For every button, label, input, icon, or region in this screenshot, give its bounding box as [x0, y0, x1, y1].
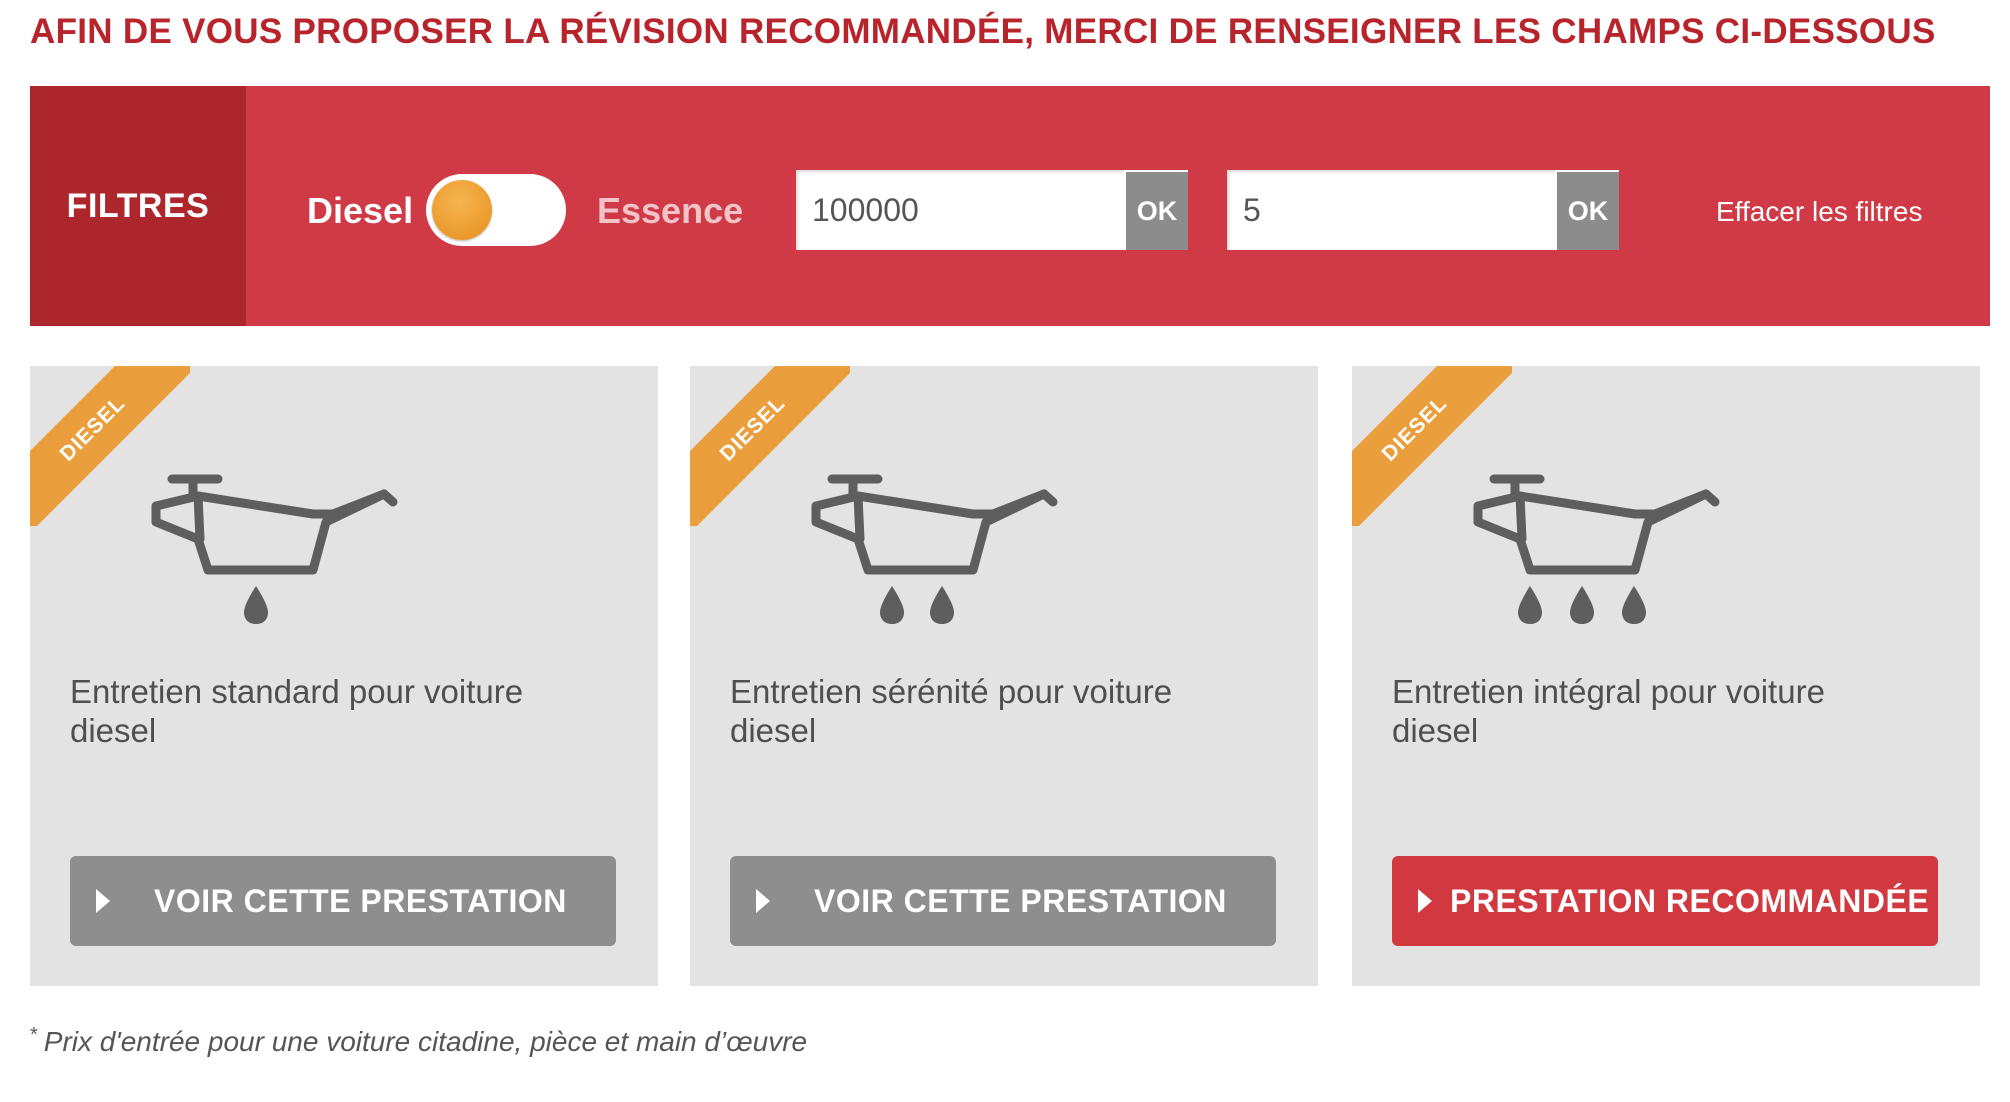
service-card-integral: DIESEL Entretien intégral pour voiture d… — [1352, 366, 1980, 986]
filter-bar: FILTRES Diesel Essence OK OK Effacer les… — [30, 86, 1990, 326]
footnote-text: Prix d'entrée pour une voiture citadine,… — [43, 1026, 808, 1057]
mileage-input[interactable] — [796, 170, 1124, 250]
button-label: VOIR CETTE PRESTATION — [154, 882, 567, 919]
mileage-ok-button[interactable]: OK — [1126, 172, 1188, 250]
toggle-knob[interactable] — [432, 180, 492, 240]
card-title: Entretien sérénité pour voiture diesel — [730, 673, 1173, 749]
clear-filters-link[interactable]: Effacer les filtres — [1716, 196, 1922, 228]
oil-can-3-drops-icon — [1473, 474, 1720, 624]
oil-can-2-drops-icon — [811, 474, 1058, 624]
caret-right-icon — [756, 889, 770, 913]
mileage-filter: OK — [796, 170, 1188, 250]
card-title: Entretien standard pour voiture diesel — [70, 673, 524, 749]
age-input[interactable] — [1227, 170, 1555, 250]
service-card-standard: DIESEL Entretien standard pour voiture d… — [30, 366, 658, 986]
fuel-type-toggle[interactable] — [426, 174, 566, 246]
fuel-diesel-label[interactable]: Diesel — [307, 190, 413, 232]
view-service-button[interactable]: VOIR CETTE PRESTATION — [70, 856, 616, 946]
service-card-serenite: DIESEL Entretien sérénité pour voiture d… — [690, 366, 1318, 986]
filters-label: FILTRES — [30, 86, 246, 326]
caret-right-icon — [1418, 889, 1432, 913]
view-service-button[interactable]: VOIR CETTE PRESTATION — [730, 856, 1276, 946]
card-title: Entretien intégral pour voiture diesel — [1392, 673, 1825, 749]
caret-right-icon — [96, 889, 110, 913]
oil-can-1-drop-icon — [151, 474, 398, 624]
page-heading: AFIN DE VOUS PROPOSER LA RÉVISION RECOMM… — [30, 12, 1936, 51]
fuel-essence-label[interactable]: Essence — [597, 190, 743, 232]
age-filter: OK — [1227, 170, 1619, 250]
button-label: PRESTATION RECOMMANDÉE — [1450, 882, 1930, 919]
button-label: VOIR CETTE PRESTATION — [814, 882, 1227, 919]
recommended-service-button[interactable]: PRESTATION RECOMMANDÉE — [1392, 856, 1938, 946]
age-ok-button[interactable]: OK — [1557, 172, 1619, 250]
footnote-marker: * — [30, 1024, 38, 1046]
footnote: * Prix d'entrée pour une voiture citadine… — [30, 1024, 807, 1058]
